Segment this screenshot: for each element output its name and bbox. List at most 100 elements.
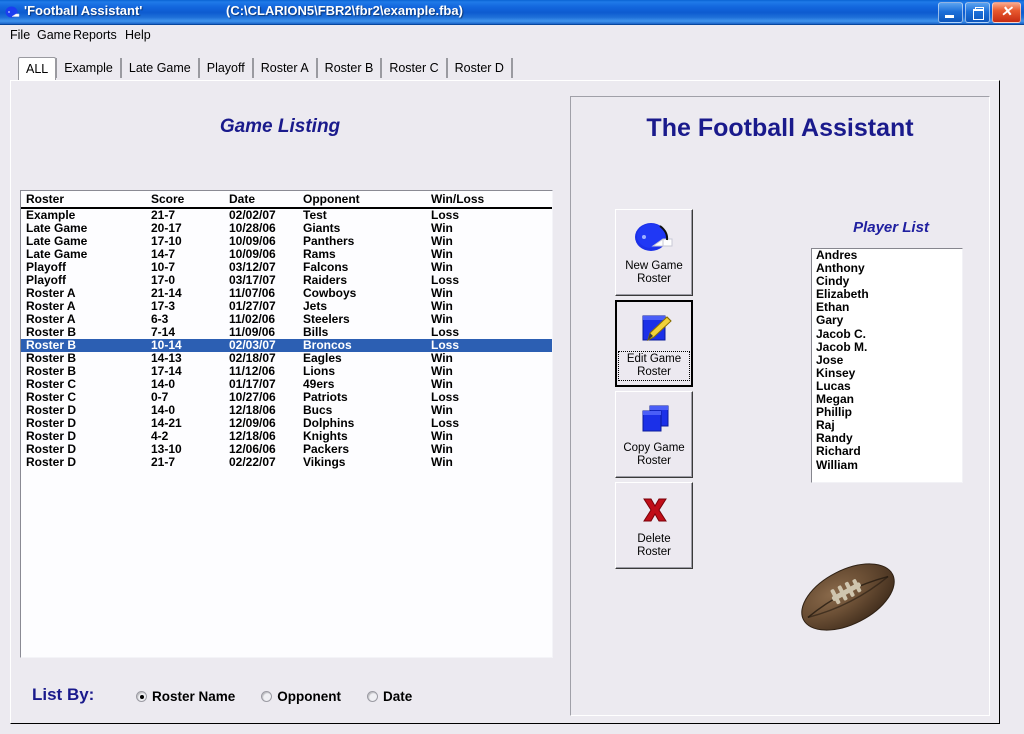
column-header-date: Date (229, 192, 256, 206)
close-icon: ✕ (1000, 3, 1013, 19)
list-item[interactable]: William (812, 458, 962, 472)
table-row[interactable]: Roster D 4-2 12/18/06 Knights Win (21, 430, 552, 443)
list-by-label: List By: (32, 685, 95, 704)
list-item[interactable]: Gary (812, 314, 962, 327)
window-title: 'Football Assistant' (24, 3, 143, 18)
table-row[interactable]: Late Game 14-7 10/09/06 Rams Win (21, 248, 552, 261)
table-row[interactable]: Playoff 17-0 03/17/07 Raiders Loss (21, 274, 552, 287)
player-list-box[interactable]: Andres Anthony Cindy Elizabeth Ethan Gary Jaco… (811, 248, 963, 483)
column-header-opponent: Opponent (303, 192, 360, 206)
delete-roster-label: Delete Roster (618, 533, 690, 559)
football-helmet-icon (4, 4, 21, 21)
list-item[interactable]: Jacob C. (812, 327, 962, 341)
table-row[interactable]: Roster A 21-14 11/07/06 Cowboys Win (21, 287, 552, 300)
minimize-button[interactable] (938, 2, 963, 23)
tab-roster-c[interactable]: Roster C (381, 58, 447, 78)
tab-roster-b[interactable]: Roster B (316, 58, 382, 78)
radio-dot-icon (367, 691, 379, 702)
list-by-radio-group: Roster Name Opponent Date (136, 689, 438, 705)
btn-line1: Edit Game (626, 353, 682, 365)
cell-roster: Roster D (26, 455, 77, 469)
menu-item-help[interactable]: Help (120, 27, 156, 43)
btn-line2: Roster (637, 366, 671, 378)
cell-date: 02/22/07 (229, 455, 276, 469)
red-x-icon (616, 491, 692, 531)
table-row[interactable]: Late Game 20-17 10/28/06 Giants Win (21, 222, 552, 235)
window-titlebar: 'Football Assistant' (C:\CLARION5\FBR2\f… (0, 0, 1024, 25)
list-item[interactable]: Jose (812, 353, 962, 367)
new-game-roster-label: New Game Roster (618, 260, 690, 286)
tab-all[interactable]: ALL (18, 57, 57, 80)
table-row[interactable]: Roster B 14-13 02/18/07 Eagles Win (21, 352, 552, 365)
column-header-score: Score (151, 192, 185, 206)
table-row[interactable]: Roster C 14-0 01/17/07 49ers Win (21, 378, 552, 391)
btn-line1: Copy Game (623, 442, 685, 454)
window-controls: ✕ (936, 2, 1021, 23)
tab-roster-a[interactable]: Roster A (252, 58, 317, 78)
tab-late-game[interactable]: Late Game (120, 58, 199, 78)
table-row[interactable]: Roster B 10-14 02/03/07 Broncos Loss (21, 339, 552, 352)
radio-roster-name[interactable]: Roster Name (136, 689, 235, 705)
table-row[interactable]: Roster D 21-7 02/22/07 Vikings Win (21, 456, 552, 469)
btn-line1: Delete (637, 533, 671, 545)
table-row[interactable]: Roster A 17-3 01/27/07 Jets Win (21, 300, 552, 313)
new-game-roster-button[interactable]: New Game Roster (615, 209, 693, 296)
player-list-heading: Player List (853, 219, 929, 236)
football-image (793, 557, 903, 637)
player-list-items: Andres Anthony Cindy Elizabeth Ethan Gary Jaco… (812, 249, 962, 472)
table-row[interactable]: Roster A 6-3 11/02/06 Steelers Win (21, 313, 552, 326)
copy-game-roster-label: Copy Game Roster (618, 442, 690, 468)
tab-roster-d[interactable]: Roster D (446, 58, 512, 78)
edit-game-roster-button[interactable]: Edit Game Roster (615, 300, 693, 387)
table-row[interactable]: Roster D 14-0 12/18/06 Bucs Win (21, 404, 552, 417)
list-item[interactable]: Richard (812, 445, 962, 458)
column-header-winloss: Win/Loss (431, 192, 485, 206)
table-row[interactable]: Roster C 0-7 10/27/06 Patriots Loss (21, 391, 552, 404)
menu-bar: File Game Reports Help (0, 25, 1024, 44)
menu-item-reports[interactable]: Reports (68, 27, 122, 43)
list-item[interactable]: Kinsey (812, 366, 962, 380)
game-listing-heading: Game Listing (219, 116, 341, 137)
cell-opponent: Vikings (303, 455, 346, 469)
menu-item-file[interactable]: File (5, 27, 35, 43)
list-item[interactable]: Jacob M. (812, 340, 962, 354)
edit-game-roster-label: Edit Game Roster (618, 351, 690, 381)
client-area: ALL Example Late Game Playoff Roster A R… (0, 44, 1024, 734)
tab-strip-end-divider (511, 58, 513, 78)
table-row[interactable]: Roster B 17-14 11/12/06 Lions Win (21, 365, 552, 378)
helmet-icon (616, 218, 692, 258)
table-body: Example 21-7 02/02/07 Test Loss Late Game 20-1… (21, 209, 552, 469)
btn-line2: Roster (637, 455, 671, 467)
table-row[interactable]: Example 21-7 02/02/07 Test Loss (21, 209, 552, 222)
game-listing-table[interactable]: Roster Score Date Opponent Win/Loss Exam… (20, 190, 553, 658)
tab-example[interactable]: Example (56, 58, 121, 78)
table-row[interactable]: Playoff 10-7 03/12/07 Falcons Win (21, 261, 552, 274)
edit-pencil-icon (617, 310, 691, 350)
tab-playoff[interactable]: Playoff (198, 58, 253, 78)
tab-strip: ALL Example Late Game Playoff Roster A R… (18, 57, 513, 80)
window-file-path: (C:\CLARION5\FBR2\fbr2\example.fba) (226, 3, 463, 18)
table-row[interactable]: Roster D 13-10 12/06/06 Packers Win (21, 443, 552, 456)
table-header-row: Roster Score Date Opponent Win/Loss (21, 191, 552, 209)
delete-roster-button[interactable]: Delete Roster (615, 482, 693, 569)
btn-line2: Roster (637, 273, 671, 285)
cell-winloss: Win (431, 455, 453, 469)
radio-label-roster-name: Roster Name (152, 689, 236, 704)
right-panel: The Football Assistant New Game Roster E… (570, 96, 990, 716)
copy-game-roster-button[interactable]: Copy Game Roster (615, 391, 693, 478)
close-button[interactable]: ✕ (992, 2, 1021, 23)
column-header-roster: Roster (26, 192, 65, 206)
radio-date[interactable]: Date (367, 689, 412, 705)
app-heading: The Football Assistant (646, 114, 914, 142)
btn-line1: New Game (625, 260, 683, 272)
btn-line2: Roster (637, 546, 671, 558)
radio-label-opponent: Opponent (277, 689, 342, 704)
radio-opponent[interactable]: Opponent (261, 689, 341, 705)
radio-dot-icon (136, 691, 147, 702)
table-row[interactable]: Roster D 14-21 12/09/06 Dolphins Loss (21, 417, 552, 430)
copy-pages-icon (616, 400, 692, 440)
cell-score: 21-7 (151, 455, 176, 469)
table-row[interactable]: Late Game 17-10 10/09/06 Panthers Win (21, 235, 552, 248)
table-row[interactable]: Roster B 7-14 11/09/06 Bills Loss (21, 326, 552, 339)
restore-button[interactable] (965, 2, 990, 23)
